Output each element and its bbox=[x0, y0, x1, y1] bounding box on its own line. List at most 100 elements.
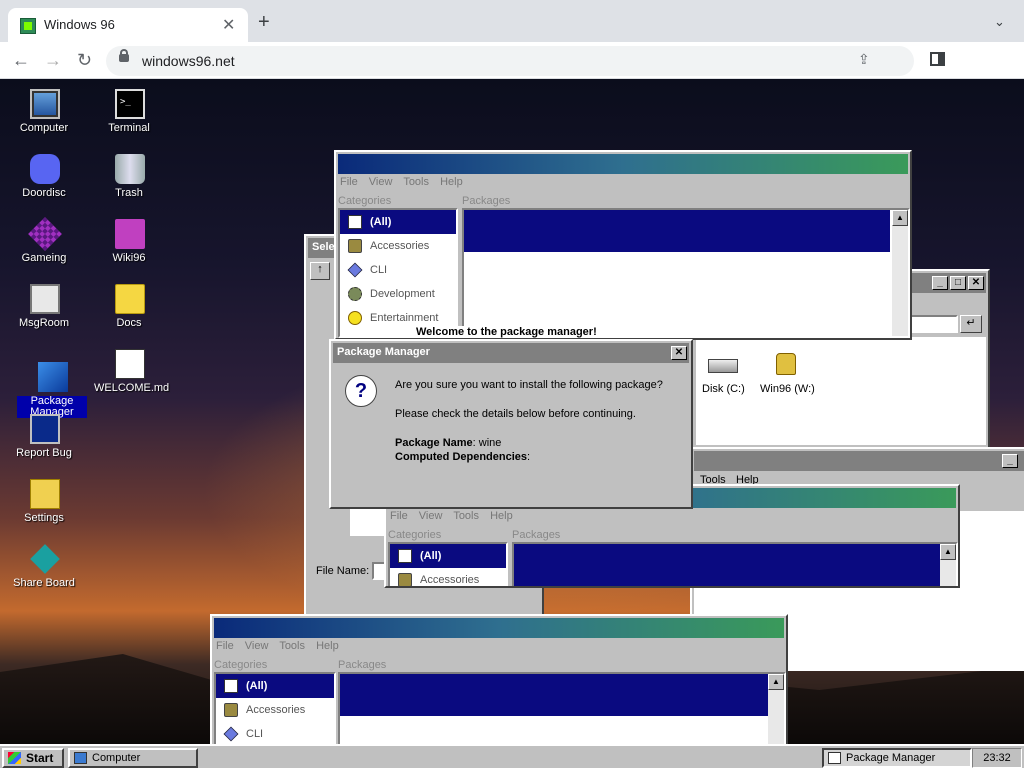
dialog-title: Package Manager bbox=[337, 346, 430, 358]
hard-disk-icon[interactable] bbox=[708, 359, 738, 373]
title-bar[interactable]: _ bbox=[694, 451, 1024, 471]
selected-package-row[interactable] bbox=[514, 544, 940, 586]
browser-tab[interactable]: Windows 96 ✕ bbox=[8, 8, 248, 42]
maximize-button[interactable]: □ bbox=[950, 276, 966, 290]
menu-file[interactable]: File bbox=[340, 176, 358, 188]
start-button[interactable]: Start bbox=[2, 748, 64, 768]
lock-icon bbox=[119, 49, 129, 62]
menu-tools[interactable]: Tools bbox=[403, 176, 429, 188]
desktop-icon-welcome-md[interactable]: WELCOME.md bbox=[94, 349, 169, 411]
minimize-button[interactable]: _ bbox=[932, 276, 948, 290]
menu-help[interactable]: Help bbox=[440, 176, 463, 188]
go-button[interactable]: ↵ bbox=[960, 315, 982, 333]
menu-tools[interactable]: Tools bbox=[279, 640, 305, 652]
menu-file[interactable]: File bbox=[390, 510, 408, 522]
selected-package-row[interactable] bbox=[464, 210, 890, 252]
category-all[interactable]: (All) bbox=[340, 210, 456, 234]
menu-view[interactable]: View bbox=[419, 510, 443, 522]
terminal-icon bbox=[115, 89, 145, 119]
gameing-icon bbox=[28, 217, 62, 251]
desktop-icon-gameing[interactable]: Gameing bbox=[9, 217, 79, 281]
menu-tools[interactable]: Tools bbox=[453, 510, 479, 522]
category-cli[interactable]: CLI bbox=[340, 258, 456, 282]
menu-help[interactable]: Help bbox=[316, 640, 339, 652]
title-bar[interactable] bbox=[338, 154, 908, 174]
side-panel-icon[interactable] bbox=[930, 52, 945, 66]
category-accessories[interactable]: Accessories bbox=[216, 698, 334, 722]
vertical-scrollbar[interactable]: ▲ bbox=[768, 674, 784, 744]
system-tray-clock[interactable]: 23:32 bbox=[972, 748, 1022, 768]
cli-icon bbox=[223, 726, 239, 742]
report-bug-icon bbox=[30, 414, 60, 444]
minimize-button[interactable]: _ bbox=[1002, 454, 1018, 468]
vertical-scrollbar[interactable]: ▲ bbox=[940, 544, 956, 586]
category-accessories[interactable]: Accessories bbox=[340, 234, 456, 258]
address-bar-row: ← → ↻ windows96.net ⇪ bbox=[0, 42, 1024, 79]
desktop-icon-computer[interactable]: Computer bbox=[9, 89, 79, 151]
address-input[interactable] bbox=[908, 315, 958, 333]
packages-list[interactable]: ▲ bbox=[512, 542, 958, 586]
close-button[interactable]: ✕ bbox=[671, 346, 687, 360]
omnibox[interactable]: windows96.net ⇪ bbox=[106, 46, 914, 76]
categories-list[interactable]: (All) Accessories CLI Development bbox=[214, 672, 336, 744]
category-all[interactable]: (All) bbox=[390, 544, 506, 568]
packages-list[interactable]: ▲ bbox=[338, 672, 786, 744]
taskbar: Start Computer Package Manager 23:32 bbox=[0, 744, 1024, 768]
categories-list[interactable]: (All) Accessories CLI Development Entert… bbox=[338, 208, 458, 338]
package-manager-window[interactable]: File View Tools Help Categories Packages… bbox=[334, 150, 912, 340]
category-cli[interactable]: CLI bbox=[216, 722, 334, 744]
desktop-icon-msgroom[interactable]: MsgRoom bbox=[9, 284, 79, 346]
taskbar-item-package-manager[interactable]: Package Manager bbox=[822, 748, 972, 768]
reload-icon[interactable]: ↻ bbox=[77, 50, 92, 70]
all-icon bbox=[224, 679, 238, 693]
close-tab-icon[interactable]: ✕ bbox=[222, 15, 235, 35]
url-text[interactable]: windows96.net bbox=[142, 53, 235, 69]
desktop[interactable]: Computer Terminal Doordisc Trash Gameing… bbox=[0, 79, 1024, 744]
desktop-icon-settings[interactable]: Settings bbox=[9, 479, 79, 541]
desktop-icon-doordisc[interactable]: Doordisc bbox=[9, 154, 79, 216]
share-icon[interactable]: ⇪ bbox=[858, 51, 870, 68]
title-bar[interactable] bbox=[214, 618, 784, 638]
scroll-up-icon[interactable]: ▲ bbox=[768, 674, 784, 690]
disk-w-label[interactable]: Win96 (W:) bbox=[760, 383, 815, 395]
forward-icon[interactable]: → bbox=[44, 50, 62, 70]
vertical-scrollbar[interactable]: ▲ bbox=[892, 210, 908, 336]
question-icon: ? bbox=[345, 375, 377, 407]
close-button[interactable]: ✕ bbox=[968, 276, 984, 290]
selected-package-row[interactable] bbox=[340, 674, 768, 716]
title-bar[interactable]: Package Manager ✕ bbox=[333, 343, 689, 363]
disk-c-label[interactable]: Disk (C:) bbox=[702, 383, 745, 395]
desktop-icon-package-manager[interactable]: Package Manager bbox=[17, 362, 87, 422]
category-all[interactable]: (All) bbox=[216, 674, 334, 698]
desktop-icon-trash[interactable]: Trash bbox=[94, 154, 164, 216]
scroll-up-icon[interactable]: ▲ bbox=[892, 210, 908, 226]
menu-bar: File View Tools Help bbox=[216, 640, 347, 658]
desktop-icon-wiki96[interactable]: Wiki96 bbox=[94, 219, 164, 281]
scroll-up-icon[interactable]: ▲ bbox=[940, 544, 956, 560]
menu-view[interactable]: View bbox=[369, 176, 393, 188]
category-development[interactable]: Development bbox=[340, 282, 456, 306]
menu-help[interactable]: Help bbox=[490, 510, 513, 522]
menu-file[interactable]: File bbox=[216, 640, 234, 652]
doordisc-icon bbox=[30, 154, 60, 184]
packages-list[interactable]: ▲ bbox=[462, 208, 910, 338]
categories-list[interactable]: (All) Accessories bbox=[388, 542, 508, 586]
desktop-icon-docs[interactable]: Docs bbox=[94, 284, 164, 346]
taskbar-item-computer[interactable]: Computer bbox=[68, 748, 198, 768]
up-folder-button[interactable]: ↑ bbox=[310, 262, 330, 280]
install-confirm-dialog[interactable]: Package Manager ✕ ? Are you sure you wan… bbox=[329, 339, 693, 509]
windows96-favicon-icon bbox=[20, 18, 36, 34]
category-accessories[interactable]: Accessories bbox=[390, 568, 506, 586]
back-icon[interactable]: ← bbox=[12, 50, 30, 70]
package-manager-window-3[interactable]: File View Tools Help Categories Packages… bbox=[210, 614, 788, 744]
desktop-icon-terminal[interactable]: Terminal bbox=[94, 89, 164, 151]
confirm-instructions: Please check the details below before co… bbox=[395, 408, 636, 420]
new-tab-icon[interactable]: + bbox=[258, 12, 270, 32]
lock-drive-icon[interactable] bbox=[776, 353, 796, 375]
tab-search-chevron-icon[interactable]: ⌄ bbox=[994, 14, 1005, 30]
welcome-text: Welcome to the package manager! bbox=[416, 326, 616, 338]
desktop-icon-share-board[interactable]: Share Board bbox=[9, 544, 79, 606]
menu-view[interactable]: View bbox=[245, 640, 269, 652]
desktop-icon-report-bug[interactable]: Report Bug bbox=[9, 414, 79, 476]
wiki-icon bbox=[115, 219, 145, 249]
